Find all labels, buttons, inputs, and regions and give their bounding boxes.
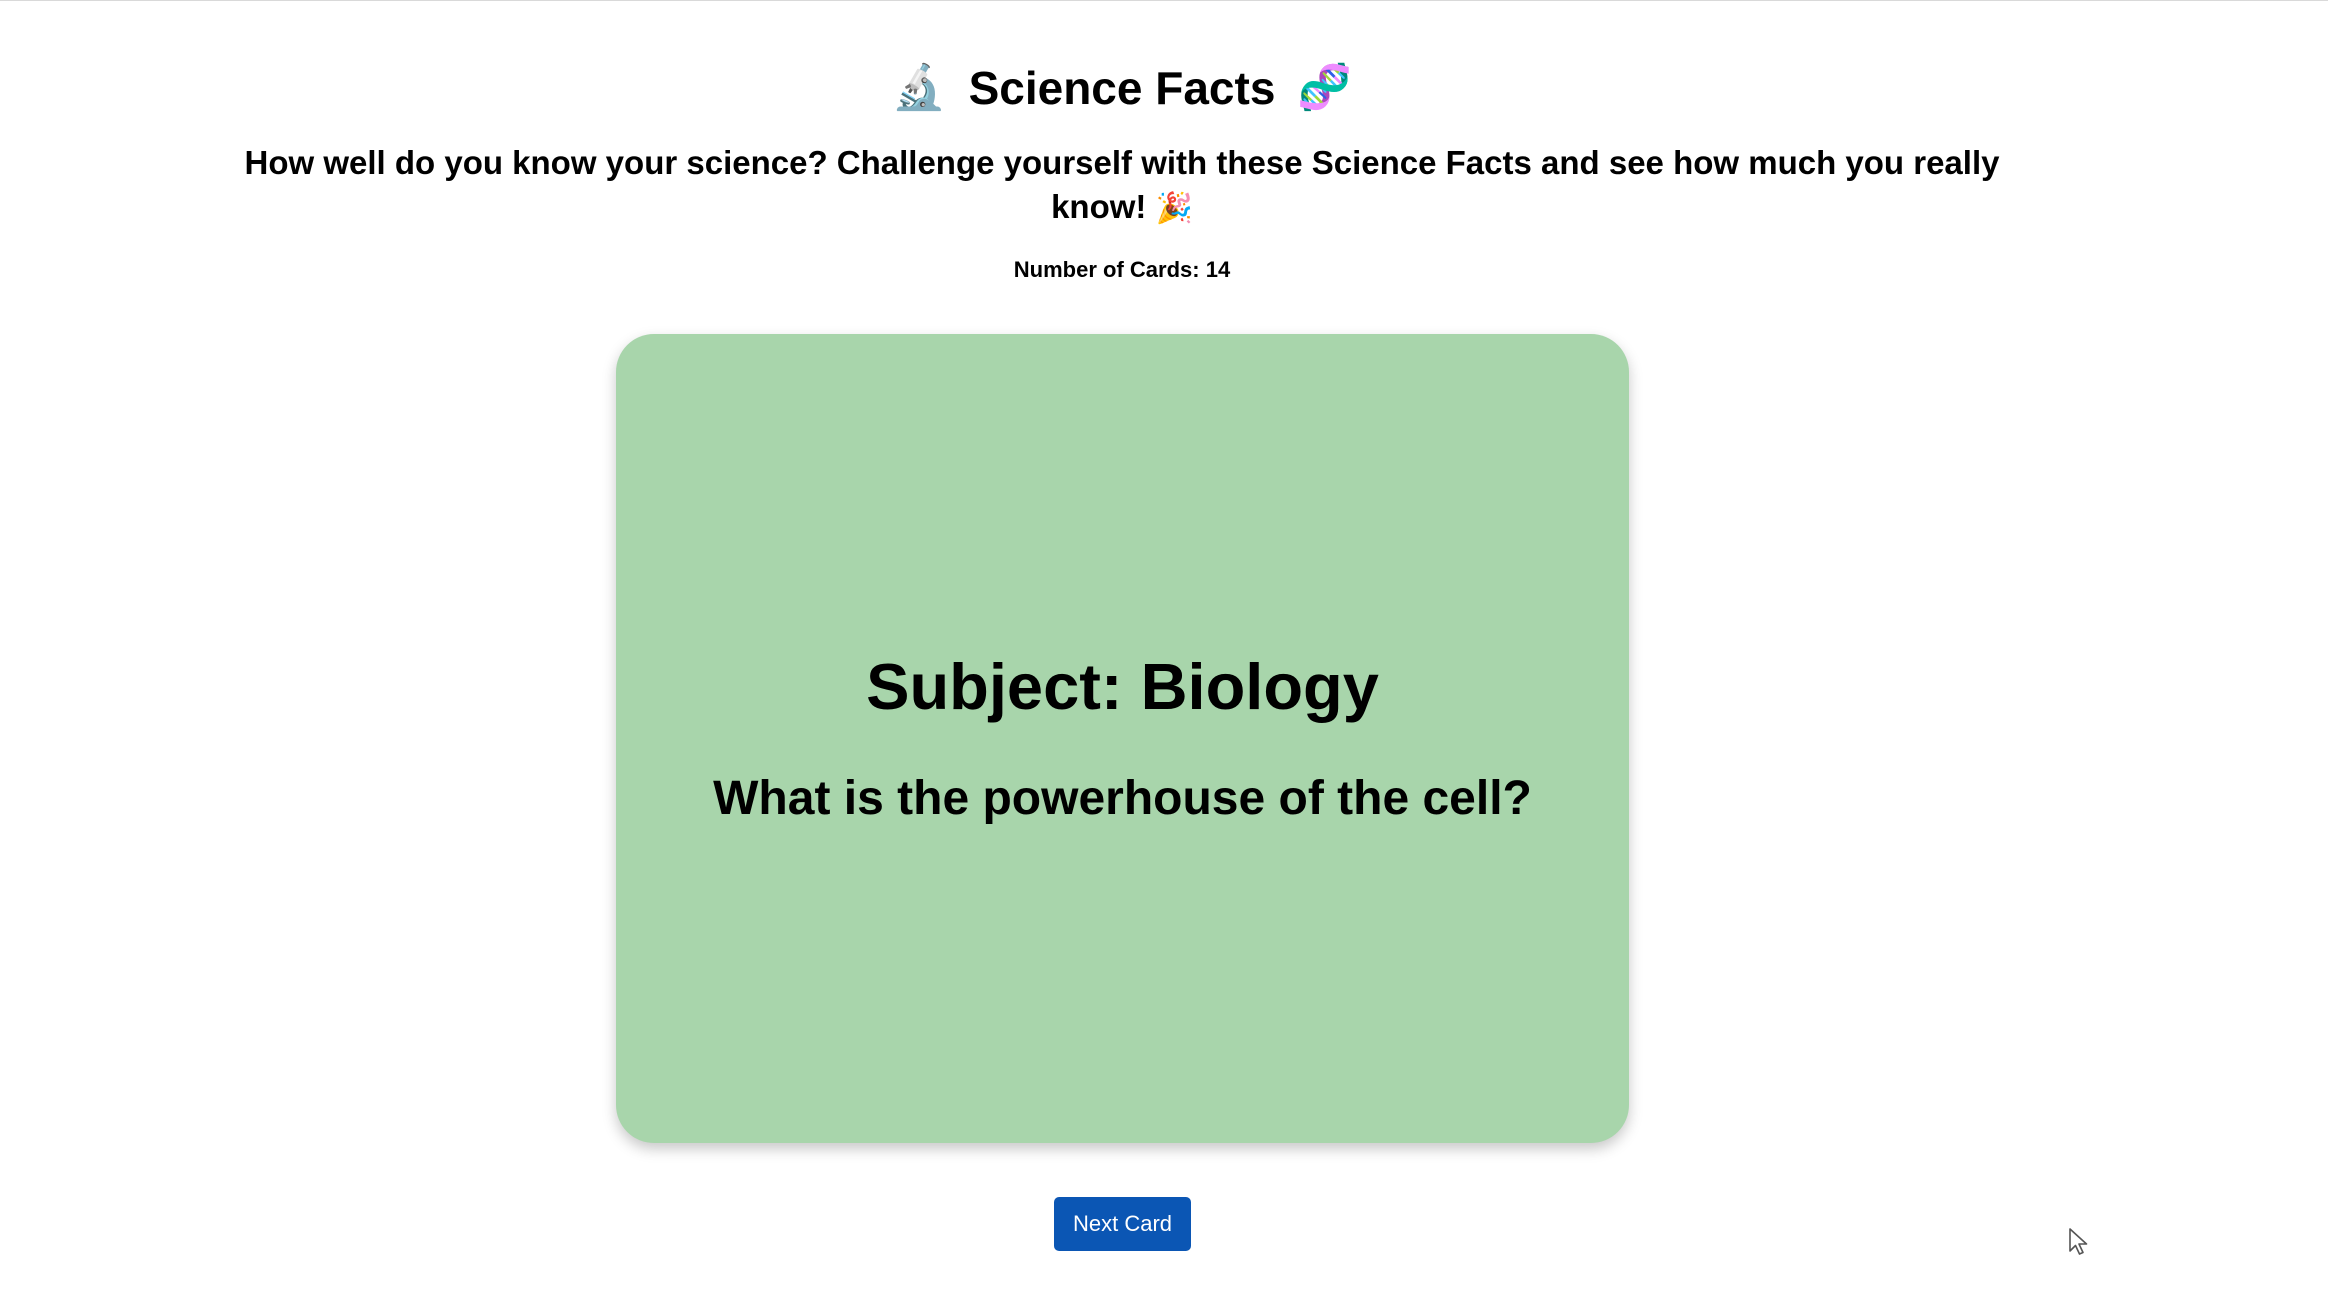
flashcard[interactable]: Subject: Biology What is the powerhouse …: [616, 334, 1629, 1143]
dna-icon: 🧬: [1297, 62, 1353, 113]
card-subject: Subject: Biology: [866, 649, 1379, 723]
page-title: 🔬 Science Facts 🧬: [892, 57, 1352, 119]
next-card-button[interactable]: Next Card: [1054, 1197, 1191, 1251]
card-question: What is the powerhouse of the cell?: [713, 771, 1532, 825]
header: 🔬 Science Facts 🧬 How well do you know y…: [0, 57, 2244, 283]
page-subtitle-text: How well do you know your science? Chall…: [244, 144, 2000, 225]
page-title-text: Science Facts: [968, 62, 1276, 114]
microscope-icon: 🔬: [891, 62, 947, 113]
flashcard-page: 🔬 Science Facts 🧬 How well do you know y…: [0, 0, 2328, 1295]
mouse-cursor-icon: [2069, 1228, 2088, 1255]
card-count: Number of Cards: 14: [1013, 257, 1231, 282]
party-popper-icon: 🎉: [1155, 191, 1193, 226]
page-subtitle: How well do you know your science? Chall…: [242, 141, 2002, 231]
